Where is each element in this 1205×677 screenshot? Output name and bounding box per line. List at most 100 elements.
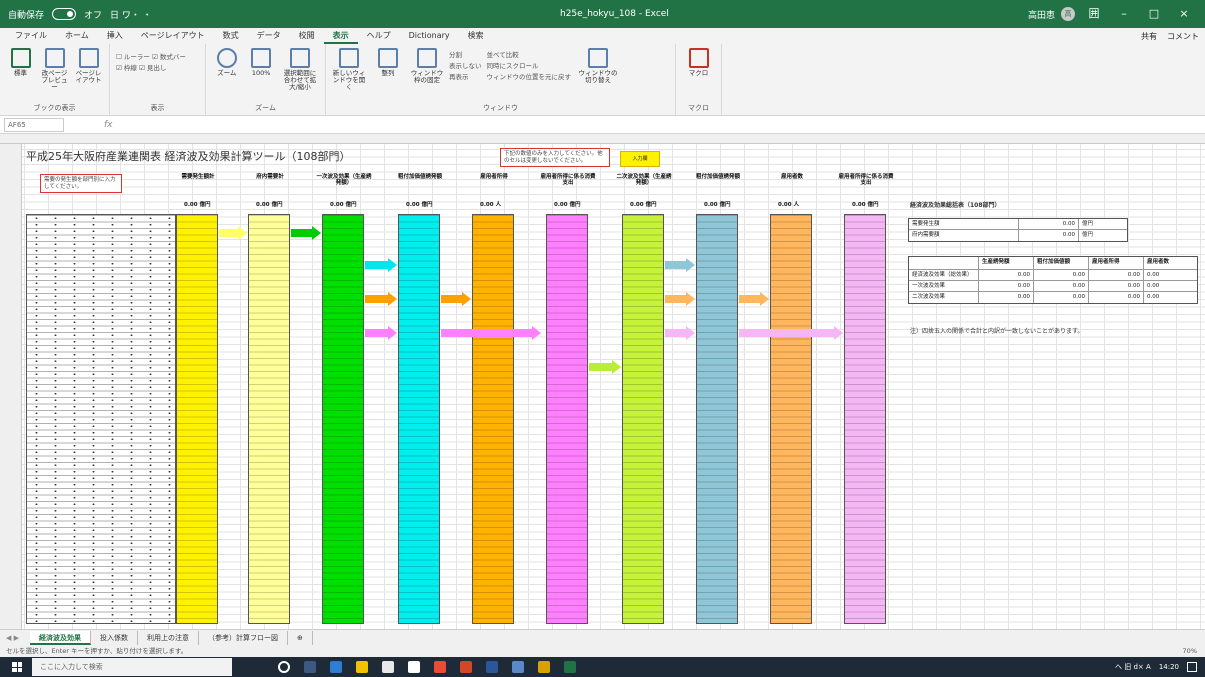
fx-icon[interactable]: fx bbox=[104, 120, 113, 130]
zoom-level[interactable]: 70% bbox=[1183, 645, 1197, 657]
data-column[interactable] bbox=[546, 214, 588, 624]
windows-start-icon[interactable] bbox=[12, 662, 22, 672]
word-icon[interactable] bbox=[486, 661, 498, 673]
table-cell: 0.00 bbox=[1089, 292, 1144, 303]
table-row: 経済波及効果（総効果） 0.00 0.00 0.00 0.00 bbox=[909, 270, 1197, 281]
tab-7[interactable]: 表示 bbox=[323, 28, 358, 44]
data-column[interactable] bbox=[770, 214, 812, 624]
data-column[interactable] bbox=[322, 214, 364, 624]
excel-icon[interactable] bbox=[564, 661, 576, 673]
data-column[interactable] bbox=[472, 214, 514, 624]
summary-effect-table: 生産誘発額 粗付加価値額 雇用者所得 雇用者数 経済波及効果（総効果） 0.00… bbox=[908, 256, 1198, 304]
title-bar: 自動保存 オフ 日 ワ・ ・ h25e_hokyu_108 - Excel 高田… bbox=[0, 0, 1205, 28]
reset-position-button[interactable]: ウィンドウの位置を元に戻す bbox=[487, 72, 572, 83]
cortana-icon[interactable] bbox=[278, 661, 290, 673]
folder-icon[interactable] bbox=[538, 661, 550, 673]
switch-windows-icon bbox=[588, 48, 608, 68]
minimize-button[interactable]: – bbox=[1109, 0, 1139, 28]
checkbox-label: 見出し bbox=[146, 64, 167, 72]
autosave-label: 自動保存 bbox=[8, 10, 45, 21]
gridlines-checkbox[interactable]: ☑ 枠線 ☑ 見出し bbox=[116, 63, 199, 74]
sheet-tab-3[interactable]: （参考）計算フロー図 bbox=[199, 630, 288, 645]
hide-button[interactable]: 表示しない bbox=[449, 61, 482, 72]
total-unit: 億円 bbox=[199, 202, 211, 208]
worksheet-grid[interactable]: 平成25年大阪府産業連関表 経済波及効果計算ツール（108部門） 需要の発生額を… bbox=[0, 134, 1205, 629]
outlook-icon[interactable] bbox=[512, 661, 524, 673]
add-sheet-button[interactable]: ⊕ bbox=[288, 630, 313, 645]
tab-10[interactable]: 検索 bbox=[459, 28, 493, 44]
input-legend-box: 入力欄 bbox=[620, 151, 660, 167]
mail-icon[interactable] bbox=[408, 661, 420, 673]
sheet-nav-arrows[interactable]: ◀ ▶ bbox=[6, 634, 19, 642]
table-cell: 0.00 bbox=[1034, 281, 1089, 291]
ribbon-display-icon[interactable]: 囲 bbox=[1079, 0, 1109, 28]
quick-access-icons[interactable]: 日 ワ・ ・ bbox=[110, 8, 152, 21]
clock[interactable]: 14:20 bbox=[1159, 663, 1179, 671]
powerpoint-icon[interactable] bbox=[460, 661, 472, 673]
ribbon-tabs: ファイル ホーム 挿入 ページレイアウト 数式 データ 校閲 表示 ヘルプ Dictionary 検… bbox=[0, 28, 1205, 44]
autosave-toggle[interactable] bbox=[52, 8, 77, 20]
column-total: 0.00 億円 bbox=[184, 200, 211, 208]
notification-icon[interactable] bbox=[1187, 662, 1197, 672]
data-column[interactable] bbox=[696, 214, 738, 624]
data-column[interactable] bbox=[248, 214, 290, 624]
unhide-button[interactable]: 再表示 bbox=[449, 72, 482, 83]
page-layout-icon bbox=[78, 48, 99, 68]
split-button[interactable]: 分割 bbox=[449, 50, 482, 61]
chrome-icon[interactable] bbox=[434, 661, 446, 673]
tab-4[interactable]: 数式 bbox=[214, 28, 248, 44]
freeze-panes-icon bbox=[417, 48, 437, 68]
share-button[interactable]: 共有 bbox=[1141, 31, 1157, 42]
column-total: 0.00 億円 bbox=[852, 200, 879, 208]
sector-name-column[interactable] bbox=[26, 214, 176, 624]
table-header: 雇用者数 bbox=[1147, 259, 1170, 265]
sheet-tab-2[interactable]: 利用上の注意 bbox=[138, 630, 199, 645]
taskbar-search[interactable]: ここに入力して検索 bbox=[32, 658, 232, 676]
arrow-right-icon bbox=[739, 292, 769, 306]
side-by-side-button[interactable]: 並べて比較 bbox=[487, 50, 572, 61]
column-heading: 府内需要計 bbox=[256, 174, 284, 180]
data-column[interactable] bbox=[398, 214, 440, 624]
data-column[interactable] bbox=[176, 214, 218, 624]
tab-6[interactable]: 校閲 bbox=[290, 28, 324, 44]
name-box[interactable]: AF65 bbox=[4, 117, 64, 132]
tab-1[interactable]: ホーム bbox=[56, 28, 98, 44]
task-view-icon[interactable] bbox=[304, 661, 316, 673]
group-label: ウィンドウ bbox=[483, 104, 518, 112]
group-macros: マクロ マクロ bbox=[676, 44, 722, 116]
table-cell: 0.00 bbox=[1147, 272, 1160, 278]
data-column[interactable] bbox=[844, 214, 886, 624]
explorer-icon[interactable] bbox=[356, 661, 368, 673]
tab-0[interactable]: ファイル bbox=[6, 28, 56, 44]
zoom-100-icon bbox=[251, 48, 272, 68]
total-unit: 億円 bbox=[645, 202, 657, 208]
tab-2[interactable]: 挿入 bbox=[98, 28, 132, 44]
data-column[interactable] bbox=[622, 214, 664, 624]
ruler-checkbox[interactable]: ☐ ルーラー ☑ 数式バー bbox=[116, 52, 199, 63]
maximize-button[interactable]: □ bbox=[1139, 0, 1169, 28]
user-account[interactable]: 高田恵 高 bbox=[1028, 7, 1075, 21]
table-row: 府内需要額 0.00 億円 bbox=[909, 230, 1127, 241]
sheet-tab-1[interactable]: 投入係数 bbox=[91, 630, 138, 645]
sheet-tab-0[interactable]: 経済波及効果 bbox=[30, 630, 91, 645]
column-heading: 粗付加価値誘発額 bbox=[695, 174, 740, 180]
store-icon[interactable] bbox=[382, 661, 394, 673]
comments-button[interactable]: コメント bbox=[1167, 31, 1199, 42]
tab-5[interactable]: データ bbox=[248, 28, 290, 44]
tray-icons[interactable]: へ 旧 d× A bbox=[1115, 662, 1151, 672]
table-cell: 億円 bbox=[1082, 221, 1094, 227]
total-value: 0.00 bbox=[704, 202, 718, 208]
column-headers[interactable] bbox=[0, 134, 1205, 144]
group-workbook-views: 標準 改ページプレビュー ページレイアウト ブックの表示 bbox=[0, 44, 110, 116]
tab-9[interactable]: Dictionary bbox=[400, 28, 459, 44]
sync-scroll-button[interactable]: 同時にスクロール bbox=[487, 61, 572, 72]
window-controls: 囲 – □ × bbox=[1079, 0, 1199, 28]
group-label: マクロ bbox=[688, 104, 709, 112]
group-show: ☐ ルーラー ☑ 数式バー ☑ 枠線 ☑ 見出し 表示 bbox=[110, 44, 206, 116]
table-cell: 0.00 bbox=[979, 270, 1034, 280]
tab-8[interactable]: ヘルプ bbox=[358, 28, 400, 44]
close-button[interactable]: × bbox=[1169, 0, 1199, 28]
row-headers[interactable] bbox=[0, 144, 22, 629]
edge-icon[interactable] bbox=[330, 661, 342, 673]
tab-3[interactable]: ページレイアウト bbox=[132, 28, 214, 44]
